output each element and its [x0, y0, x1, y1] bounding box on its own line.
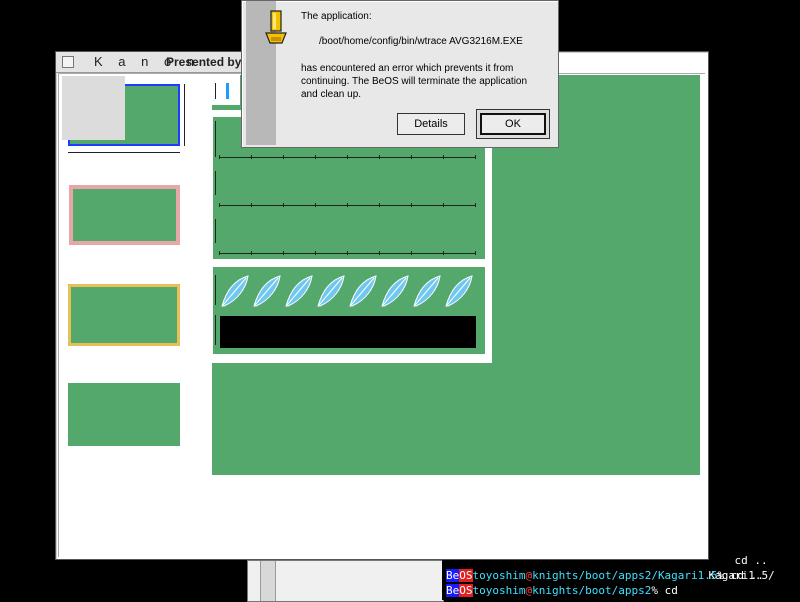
ruler-tick [283, 251, 284, 255]
top-strip [212, 75, 240, 105]
terminal-line: BeOStoyoshim@knights/boot/apps2/Kagari1.… [446, 568, 764, 583]
ruler-tick [347, 251, 348, 255]
ruler-tick [379, 251, 380, 255]
feather-icon [349, 275, 377, 307]
background-window-scrollbar[interactable] [260, 561, 276, 601]
close-button[interactable] [62, 56, 74, 68]
feather-icon [413, 275, 441, 307]
ruler-tick [219, 203, 220, 207]
terminal-command: cd [664, 584, 678, 597]
ruler-mark [215, 315, 216, 345]
terminal-host-path: knights/boot/apps2/Kagari1.5 [532, 569, 718, 582]
pink-frame-preview [69, 185, 180, 245]
dialog-line: The application: [301, 11, 372, 22]
gray-block [62, 76, 125, 140]
terminal-host-path: knights/boot/apps2 [532, 584, 652, 597]
ruler-tick [379, 203, 380, 207]
gold-frame-preview [68, 284, 180, 346]
ruler-tick [443, 203, 444, 207]
ruler-tick [443, 155, 444, 159]
terminal-user: toyoshim [472, 584, 526, 597]
error-dialog[interactable]: The application: /boot/home/config/bin/w… [241, 0, 559, 148]
ruler-tick [315, 251, 316, 255]
dialog-message: continuing. The BeOS will terminate the … [301, 76, 528, 87]
ruler-tick [283, 155, 284, 159]
blue-marker [226, 83, 229, 99]
terminal-line: BeOStoyoshim@knights/boot/apps2% cd [446, 583, 678, 598]
ruler-tick [251, 203, 252, 207]
ruler-tick [475, 203, 476, 207]
feather-icon [253, 275, 281, 307]
black-bar [220, 316, 476, 348]
ruler-tick [475, 251, 476, 255]
terminal-line: cd .. [708, 538, 768, 567]
ruler-tick [251, 251, 252, 255]
terminal-prompt: % [717, 569, 725, 582]
feather-icon [221, 275, 249, 307]
ruler-mark [215, 83, 216, 99]
ruler-tick [443, 251, 444, 255]
ruler-tick [347, 155, 348, 159]
terminal-prompt: % [651, 584, 658, 597]
details-button[interactable]: Details [397, 113, 465, 135]
ruler-mark [215, 219, 216, 243]
ruler-tick [315, 155, 316, 159]
feather-row [220, 272, 480, 312]
ruler-tick [411, 251, 412, 255]
window-subtitle: Presented by [166, 55, 242, 69]
terminal-user: toyoshim [472, 569, 526, 582]
warning-icon [265, 10, 287, 44]
beos-tag-be: Be [446, 584, 460, 597]
ruler-mark [215, 121, 216, 157]
ruler-tick [315, 203, 316, 207]
background-window [247, 560, 444, 602]
feather-icon [285, 275, 313, 307]
ruler-vertical [184, 84, 185, 146]
dialog-message: and clean up. [301, 89, 362, 100]
ruler-tick [283, 203, 284, 207]
ruler-tick [379, 155, 380, 159]
dialog-path: /boot/home/config/bin/wtrace AVG3216M.EX… [319, 36, 523, 47]
ruler-mark [215, 171, 216, 195]
feather-icon [445, 275, 473, 307]
ruler-tick [251, 155, 252, 159]
ruler-tick [347, 203, 348, 207]
feather-icon [381, 275, 409, 307]
ruler-tick [219, 251, 220, 255]
beos-tag-os: OS [459, 569, 473, 582]
ruler-tick [411, 203, 412, 207]
ruler [68, 152, 180, 153]
terminal-command: cd .. [730, 569, 764, 582]
ok-button[interactable]: OK [480, 113, 546, 135]
feather-icon [317, 275, 345, 307]
dialog-message: has encountered an error which prevents … [301, 63, 514, 74]
plain-green-preview [68, 383, 180, 446]
beos-tag-os: OS [459, 584, 473, 597]
ruler-tick [475, 155, 476, 159]
beos-tag-be: Be [446, 569, 460, 582]
ruler-mark [215, 275, 216, 305]
ruler-tick [219, 155, 220, 159]
ruler-tick [411, 155, 412, 159]
